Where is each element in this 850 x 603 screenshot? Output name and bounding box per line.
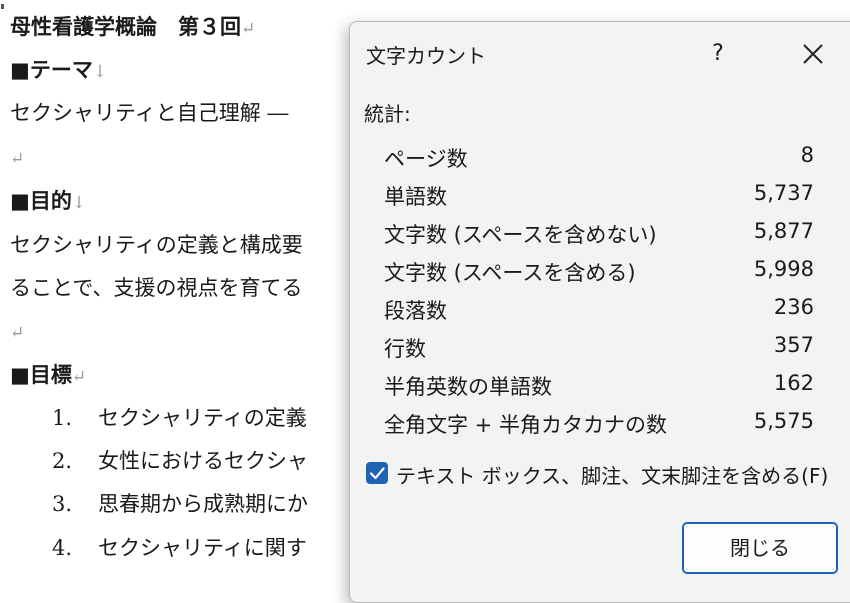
goal-item: 3. 思春期から成熟期にか <box>52 492 308 516</box>
stat-row-chars-with-spaces: 文字数 (スペースを含める) 5,998 <box>384 257 814 285</box>
goal-item: 2. 女性におけるセクシャ <box>52 449 308 473</box>
stat-row-paragraphs: 段落数 236 <box>384 295 814 323</box>
checkbox-checked-icon[interactable] <box>366 462 388 484</box>
goal-item: 1. セクシャリティの定義 <box>52 406 307 430</box>
goal-item: 4. セクシャリティに関す <box>52 536 307 560</box>
dialog-titlebar[interactable]: 文字カウント ? <box>350 22 850 84</box>
cursor-mark <box>1 4 4 9</box>
statistics-label: 統計: <box>364 102 411 126</box>
word-count-dialog: 文字カウント ? 統計: ページ数 8 単語数 5,737 文字数 (スペースを含め… <box>349 21 850 603</box>
close-icon[interactable] <box>795 36 831 72</box>
purpose-text-line-2: ることで、支援の視点を育てる <box>10 276 303 300</box>
stat-row-words: 単語数 5,737 <box>384 181 814 209</box>
stat-row-halfwidth-words: 半角英数の単語数 162 <box>384 371 814 399</box>
doc-title-line: 母性看護学概論 第３回↵ <box>10 14 256 39</box>
dialog-title: 文字カウント <box>366 44 486 68</box>
stat-row-pages: ページ数 8 <box>384 143 814 171</box>
empty-paragraph: ↵ <box>10 149 25 169</box>
stat-row-lines: 行数 357 <box>384 333 814 361</box>
stat-row-chars-no-spaces: 文字数 (スペースを含めない) 5,877 <box>384 219 814 247</box>
stat-row-fullwidth-chars: 全角文字 + 半角カタカナの数 5,575 <box>384 409 814 437</box>
theme-heading: ■テーマ↓ <box>10 57 108 82</box>
purpose-heading: ■目的↓ <box>10 188 87 213</box>
checkbox-label: テキスト ボックス、脚注、文末脚注を含める(F) <box>396 464 829 488</box>
empty-paragraph: ↵ <box>10 323 25 343</box>
close-button[interactable]: 閉じる <box>682 522 838 574</box>
goals-heading: ■目標↵ <box>10 362 87 387</box>
theme-text: セクシャリティと自己理解 ― <box>10 101 289 125</box>
help-button[interactable]: ? <box>700 36 736 72</box>
purpose-text-line-1: セクシャリティの定義と構成要 <box>10 233 303 257</box>
